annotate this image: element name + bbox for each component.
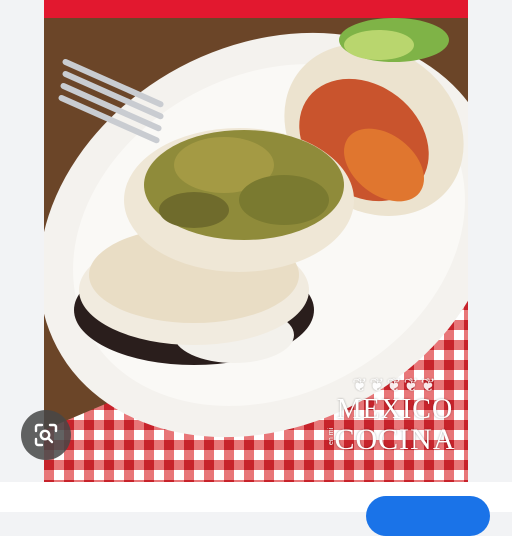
- lens-button[interactable]: [21, 410, 71, 460]
- watermark-ornament: ❦❦❦❦❦: [352, 375, 438, 395]
- watermark-small: en mi: [328, 427, 335, 445]
- top-accent-band: [44, 0, 468, 18]
- watermark: ❦❦❦❦❦ MEXICO COCINA en mi: [322, 375, 468, 480]
- visit-button[interactable]: [366, 496, 490, 536]
- lens-icon: [34, 423, 58, 447]
- watermark-line1: MEXICO: [336, 394, 454, 425]
- watermark-line2: COCINA: [334, 423, 456, 456]
